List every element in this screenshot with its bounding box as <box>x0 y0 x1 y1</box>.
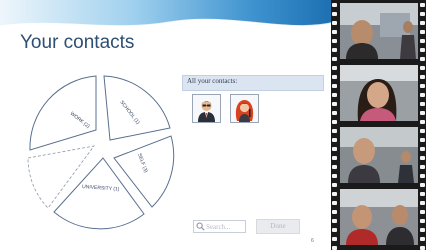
page-title: Your contacts <box>20 32 135 53</box>
film-perforation <box>420 183 425 187</box>
all-contacts-label: All your contacts: <box>187 77 238 85</box>
film-perforation <box>420 237 425 241</box>
film-perforation <box>420 84 425 88</box>
webcam-filmstrip <box>331 0 426 250</box>
film-perforations-left <box>331 0 338 250</box>
film-perforations-right <box>419 0 426 250</box>
contact-avatar-man[interactable] <box>192 94 221 123</box>
film-perforation <box>332 129 337 133</box>
film-perforation <box>420 156 425 160</box>
film-perforation <box>332 228 337 232</box>
film-perforation <box>332 3 337 7</box>
film-perforation <box>420 165 425 169</box>
film-perforation <box>420 30 425 34</box>
man-in-suit-avatar-icon <box>193 95 220 122</box>
film-perforation <box>420 138 425 142</box>
film-perforation <box>420 174 425 178</box>
film-perforation <box>332 138 337 142</box>
done-button[interactable]: Done <box>256 219 300 234</box>
film-perforation <box>332 237 337 241</box>
film-perforation <box>332 102 337 106</box>
film-perforation <box>420 228 425 232</box>
film-perforation <box>332 57 337 61</box>
film-perforation <box>420 120 425 124</box>
wheel-segment-work[interactable] <box>29 75 97 151</box>
film-perforation <box>332 39 337 43</box>
film-perforation <box>332 246 337 250</box>
webcam-frame-2 <box>340 65 418 121</box>
film-perforation <box>420 12 425 16</box>
red-haired-woman-avatar-icon <box>231 95 258 122</box>
film-perforation <box>420 93 425 97</box>
film-perforation <box>332 174 337 178</box>
film-perforation <box>420 39 425 43</box>
search-icon <box>196 222 205 231</box>
film-perforation <box>332 21 337 25</box>
film-perforation <box>420 201 425 205</box>
film-perforation <box>332 111 337 115</box>
contact-category-wheel: WORK (2) SCHOOL (1) SELF (3) UNIVERSITY … <box>27 75 175 230</box>
webcam-photo-icon <box>340 127 418 183</box>
film-perforation <box>332 210 337 214</box>
film-perforation <box>420 111 425 115</box>
film-perforation <box>420 210 425 214</box>
film-perforation <box>420 192 425 196</box>
webcam-frame-1 <box>340 3 418 59</box>
film-perforation <box>332 183 337 187</box>
page-number: 6 <box>311 238 314 244</box>
film-perforation <box>332 12 337 16</box>
film-perforation <box>420 129 425 133</box>
film-perforation <box>420 21 425 25</box>
search-box[interactable] <box>193 220 246 233</box>
film-perforation <box>332 156 337 160</box>
all-contacts-panel: All your contacts: <box>182 75 324 135</box>
film-perforation <box>332 48 337 52</box>
film-perforation <box>332 75 337 79</box>
webcam-photo-icon <box>340 3 418 59</box>
film-perforation <box>420 48 425 52</box>
film-perforation <box>332 84 337 88</box>
search-input[interactable] <box>206 222 244 232</box>
film-perforation <box>332 165 337 169</box>
film-perforation <box>332 201 337 205</box>
slide-canvas: Your contacts WORK (2) SCHOOL (1) SELF (… <box>0 0 426 250</box>
film-perforation <box>420 66 425 70</box>
film-perforation <box>332 147 337 151</box>
wheel-segment-school[interactable] <box>103 75 171 141</box>
film-perforation <box>420 75 425 79</box>
film-perforation <box>332 93 337 97</box>
webcam-photo-icon <box>340 189 418 245</box>
film-perforation <box>420 147 425 151</box>
webcam-frame-3 <box>340 127 418 183</box>
film-perforation <box>332 66 337 70</box>
film-perforation <box>332 120 337 124</box>
film-perforation <box>420 3 425 7</box>
film-perforation <box>332 192 337 196</box>
film-perforation <box>332 219 337 223</box>
film-perforation <box>420 246 425 250</box>
all-contacts-header: All your contacts: <box>182 75 324 91</box>
film-perforation <box>332 30 337 34</box>
film-perforation <box>420 102 425 106</box>
webcam-frame-4 <box>340 189 418 245</box>
film-perforation <box>420 219 425 223</box>
webcam-photo-icon <box>340 65 418 121</box>
contact-avatar-woman[interactable] <box>230 94 259 123</box>
film-perforation <box>420 57 425 61</box>
